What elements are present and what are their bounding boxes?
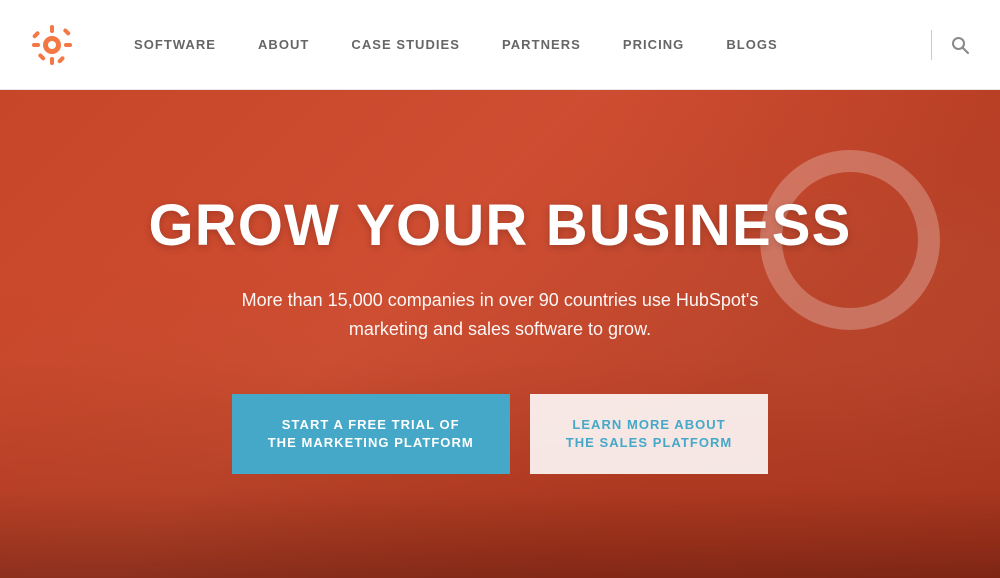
hero-buttons: START A FREE TRIAL OF THE MARKETING PLAT…	[232, 394, 769, 474]
navbar: SOFTWARE ABOUT CASE STUDIES PARTNERS PRI…	[0, 0, 1000, 90]
nav-link-blogs[interactable]: BLOGS	[726, 37, 777, 52]
btn-sales-line2: THE SALES PLATFORM	[566, 435, 733, 450]
start-free-trial-button[interactable]: START A FREE TRIAL OF THE MARKETING PLAT…	[232, 394, 510, 474]
hero-title: GROW YOUR BUSINESS	[148, 194, 851, 258]
btn-marketing-line1: START A FREE TRIAL OF	[282, 417, 460, 432]
hero-content: GROW YOUR BUSINESS More than 15,000 comp…	[0, 90, 1000, 578]
search-button[interactable]	[950, 35, 970, 55]
nav-divider	[931, 30, 932, 60]
btn-marketing-line2: THE MARKETING PLATFORM	[268, 435, 474, 450]
hero-section: GROW YOUR BUSINESS More than 15,000 comp…	[0, 90, 1000, 578]
btn-sales-line1: LEARN MORE ABOUT	[572, 417, 725, 432]
learn-more-sales-button[interactable]: LEARN MORE ABOUT THE SALES PLATFORM	[530, 394, 769, 474]
nav-link-case-studies[interactable]: CASE STUDIES	[351, 37, 460, 52]
logo[interactable]	[30, 23, 74, 67]
nav-link-about[interactable]: ABOUT	[258, 37, 309, 52]
nav-link-software[interactable]: SOFTWARE	[134, 37, 216, 52]
nav-link-partners[interactable]: PARTNERS	[502, 37, 581, 52]
hubspot-logo-icon	[30, 23, 74, 67]
hero-subtitle: More than 15,000 companies in over 90 co…	[220, 286, 780, 344]
search-icon	[950, 35, 970, 55]
nav-links: SOFTWARE ABOUT CASE STUDIES PARTNERS PRI…	[134, 37, 921, 52]
nav-link-pricing[interactable]: PRICING	[623, 37, 684, 52]
